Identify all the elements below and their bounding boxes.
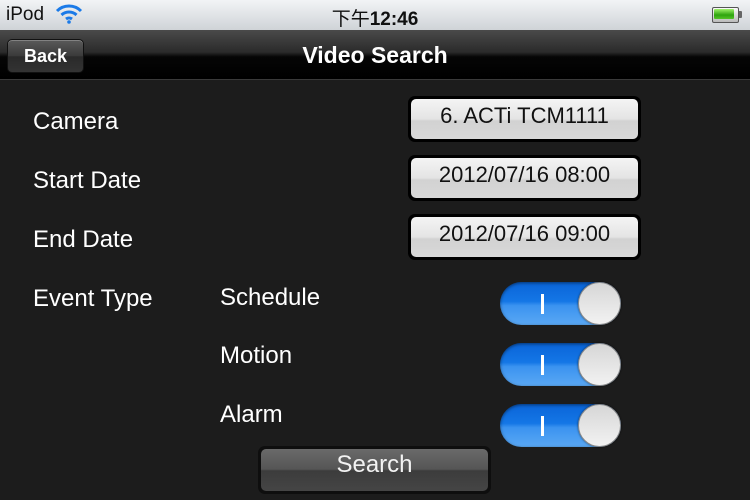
motion-label: Motion [220, 342, 293, 369]
schedule-toggle[interactable] [500, 282, 621, 325]
search-button-label: Search [261, 449, 488, 491]
start-date-label: Start Date [33, 167, 142, 194]
schedule-label: Schedule [220, 284, 321, 311]
camera-select-button[interactable]: 6. ACTi TCM1111 [408, 96, 641, 142]
end-date-value: 2012/07/16 09:00 [411, 217, 638, 257]
camera-value: 6. ACTi TCM1111 [411, 99, 638, 139]
event-type-label: Event Type [33, 285, 153, 312]
toggle-knob[interactable] [578, 282, 621, 325]
search-button[interactable]: Search [258, 446, 491, 494]
page-title: Video Search [302, 42, 448, 68]
clock-time: 12:46 [369, 9, 419, 30]
status-bar: iPod 下午12:46 [0, 0, 750, 30]
battery-level [714, 9, 734, 19]
battery-icon [712, 7, 742, 23]
start-date-button[interactable]: 2012/07/16 08:00 [408, 155, 641, 201]
end-date-label: End Date [33, 226, 134, 253]
clock-period: 下午 [331, 8, 370, 30]
toggle-knob[interactable] [578, 404, 621, 447]
alarm-toggle[interactable] [500, 404, 621, 447]
on-indicator-icon [541, 294, 544, 314]
toggle-knob[interactable] [578, 343, 621, 386]
navigation-bar: Back Video Search [0, 30, 750, 80]
on-indicator-icon [541, 355, 544, 375]
clock: 下午12:46 [0, 4, 750, 31]
alarm-label: Alarm [220, 401, 283, 428]
start-date-value: 2012/07/16 08:00 [411, 158, 638, 198]
on-indicator-icon [541, 416, 544, 436]
end-date-button[interactable]: 2012/07/16 09:00 [408, 214, 641, 260]
camera-label: Camera [33, 108, 119, 135]
motion-toggle[interactable] [500, 343, 621, 386]
